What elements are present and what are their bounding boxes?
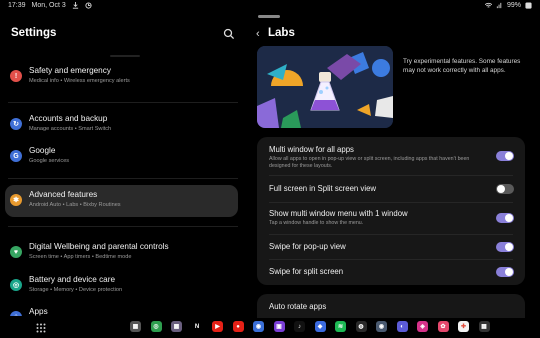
chrome-icon[interactable]: ◎ [150, 321, 162, 332]
setting-title: Multi window for all apps [269, 145, 354, 154]
setting-title: Auto rotate apps [269, 302, 327, 311]
app-drawer-icon[interactable] [36, 323, 46, 333]
setting-description: Tap a window handle to show the menu. [269, 220, 364, 226]
apps-folder-icon[interactable]: ▦ [478, 321, 490, 332]
settings-item-title: Digital Wellbeing and parental controls [29, 242, 169, 251]
settings-item-advanced-features[interactable]: ✱ Advanced features Android Auto • Labs … [5, 185, 238, 217]
settings-item-apps[interactable]: ⁘ Apps [5, 302, 238, 316]
download-icon [72, 2, 78, 9]
apps-icon: ⁘ [10, 311, 22, 316]
settings-item-title: Google [29, 146, 56, 155]
youtube-icon[interactable]: ▶ [212, 321, 223, 332]
setting-swipe-split[interactable]: Swipe for split screen [269, 267, 509, 276]
divider [8, 178, 238, 179]
gear-star-icon: ✱ [10, 194, 22, 206]
multi-window-toggle[interactable] [496, 151, 514, 161]
setting-title: Full screen in Split screen view [269, 184, 377, 193]
siren-icon: ! [10, 70, 22, 82]
settings-item-subtitle: Screen time • App timers • Bedtime mode [29, 254, 132, 260]
youtube-music-icon[interactable]: ● [232, 321, 244, 332]
settings-item-title: Accounts and backup [29, 114, 108, 123]
spotify-icon[interactable]: ≋ [335, 321, 346, 332]
settings-item-accounts[interactable]: ↻ Accounts and backup Manage accounts • … [5, 109, 238, 141]
search-icon[interactable] [223, 28, 235, 40]
camera-app-icon[interactable]: ◉ [376, 321, 387, 332]
sync-icon: ↻ [10, 118, 22, 130]
game-icon[interactable]: ◍ [355, 321, 367, 332]
labs-title: Labs [268, 27, 295, 39]
settings-item-title: Battery and device care [29, 275, 116, 284]
full-screen-split-toggle[interactable] [496, 184, 514, 194]
divider [269, 175, 513, 176]
list-top-divider [110, 55, 140, 57]
setting-title: Show multi window menu with 1 window [269, 209, 408, 218]
setting-swipe-popup[interactable]: Swipe for pop-up view [269, 242, 509, 251]
setting-auto-rotate-apps[interactable]: Auto rotate apps [257, 294, 525, 318]
battery-percentage: 99% [506, 2, 521, 9]
wifi-icon [484, 2, 492, 8]
photos-icon[interactable]: ✿ [437, 321, 449, 332]
wellbeing-icon: ♥ [10, 246, 22, 258]
setting-description: Allow all apps to open in pop-up view or… [269, 156, 470, 170]
signal-icon [496, 2, 502, 9]
setting-multi-window[interactable]: Multi window for all apps Allow all apps… [269, 145, 509, 171]
divider [269, 202, 513, 203]
settings-item-subtitle: Google services [29, 158, 70, 164]
setting-full-screen-split[interactable]: Full screen in Split screen view [269, 184, 509, 193]
divider [8, 226, 238, 227]
settings-item-title: Safety and emergency [29, 66, 111, 75]
settings-item-battery[interactable]: ◎ Battery and device care Storage • Memo… [5, 270, 238, 302]
settings-item-subtitle: Android Auto • Labs • Bixby Routines [29, 202, 121, 208]
back-arrow-icon[interactable]: ‹ [256, 28, 260, 40]
twitch-icon[interactable]: ▣ [273, 321, 285, 332]
labs-pane: ‹ Labs Try experimental features. Some f… [251, 12, 540, 318]
divider [8, 102, 238, 103]
messenger-icon[interactable]: ◆ [314, 321, 326, 332]
status-bar: 17:39 Mon, Oct 3 99% [0, 0, 540, 12]
setting-multi-window-menu[interactable]: Show multi window menu with 1 window Tap… [269, 209, 509, 227]
folder-app-icon[interactable]: ▦ [171, 321, 182, 332]
store-icon[interactable]: ◈ [417, 321, 428, 332]
status-date: Mon, Oct 3 [31, 2, 66, 9]
messages-icon[interactable]: ◉ [253, 321, 264, 332]
settings-list-pane: Settings ! Safety and emergency Medical … [0, 12, 246, 316]
settings-item-title: Advanced features [29, 190, 98, 199]
sync-status-icon [85, 2, 92, 9]
grid-app-icon[interactable]: ▦ [130, 321, 141, 332]
settings-item-subtitle: Manage accounts • Smart Switch [29, 126, 112, 132]
labs-intro-text: Try experimental features. Some features… [403, 58, 521, 75]
tiktok-icon[interactable]: ♪ [294, 321, 305, 332]
taskbar: ▦ ◎ ▦ N ▶ ● ◉ ▣ ♪ ◆ ≋ ◍ ◉ ◐ ◈ ✿ ✚ ▦ [0, 318, 540, 338]
page-title: Settings [11, 27, 57, 39]
settings-item-title: Apps [29, 307, 48, 316]
status-time: 17:39 [8, 2, 26, 9]
setting-title: Swipe for pop-up view [269, 242, 346, 251]
settings-item-google[interactable]: G Google Google services [5, 141, 238, 173]
netflix-icon[interactable]: N [191, 321, 203, 332]
samsung-internet-icon[interactable]: ◐ [396, 321, 408, 332]
settings-item-subtitle: Storage • Memory • Device protection [29, 287, 123, 293]
settings-item-digital-wellbeing[interactable]: ♥ Digital Wellbeing and parental control… [5, 237, 238, 269]
google-photos-icon[interactable]: ✚ [458, 321, 469, 332]
divider [269, 259, 513, 260]
multi-window-menu-toggle[interactable] [496, 213, 514, 223]
labs-settings-card: Multi window for all apps Allow all apps… [257, 137, 525, 285]
setting-title: Swipe for split screen [269, 267, 344, 276]
divider [269, 234, 513, 235]
settings-item-safety[interactable]: ! Safety and emergency Medical info • Wi… [5, 61, 238, 93]
google-icon: G [10, 150, 22, 162]
battery-care-icon: ◎ [10, 279, 22, 291]
labs-illustration-art [257, 46, 393, 128]
settings-item-subtitle: Medical info • Wireless emergency alerts [29, 78, 130, 84]
swipe-split-toggle[interactable] [496, 267, 514, 277]
battery-icon [525, 2, 532, 9]
swipe-popup-toggle[interactable] [496, 242, 514, 252]
labs-illustration [257, 46, 393, 128]
